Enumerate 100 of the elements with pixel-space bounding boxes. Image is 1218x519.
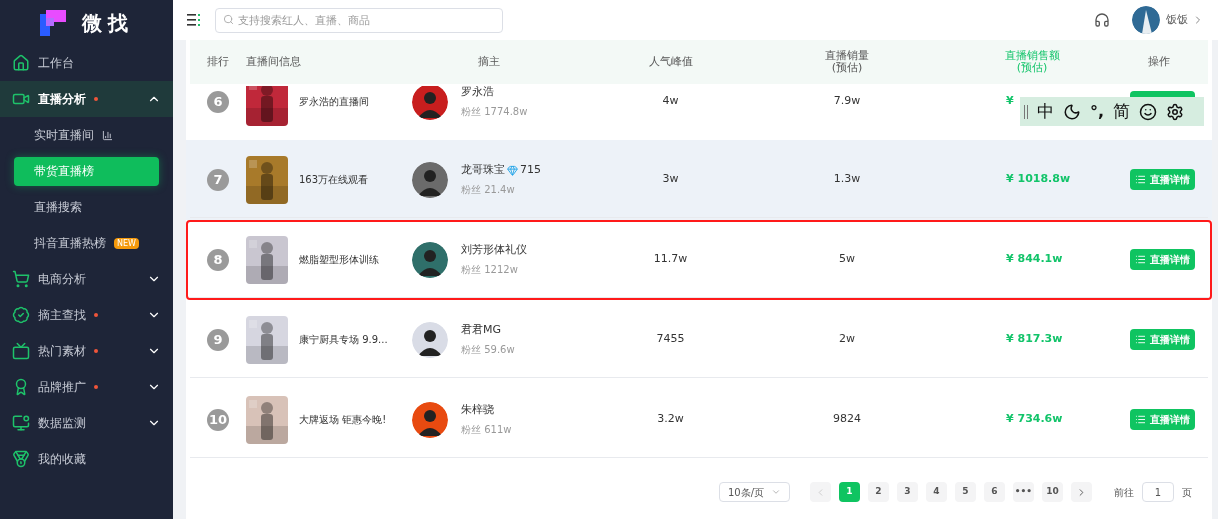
sales-volume: 7.9w [833,93,861,110]
nav-icon [12,342,30,360]
rank-badge: 9 [207,328,229,351]
live-room-title: 罗永浩的直播间 [299,95,369,109]
host-name: 龙哥珠宝 [461,162,505,179]
headset-icon[interactable] [1094,12,1110,28]
menu-icon[interactable] [187,14,201,26]
peak-popularity: 3w [662,171,679,188]
sales-amount: ¥ 1018.8w [1006,171,1071,188]
sales-amount: ¥ 734.6w [1006,411,1063,428]
avatar [412,86,448,120]
nav-item[interactable]: 我的收藏 [0,441,173,477]
user-avatar[interactable] [1132,6,1160,34]
nav-label: 数据监测 [38,415,86,432]
fans-count: 粉丝 21.4w [461,182,516,197]
nav-label: 电商分析 [38,271,86,288]
page-button[interactable]: 10 [1042,482,1063,502]
page-button[interactable]: 3 [897,482,918,502]
page-input[interactable]: 1 [1142,482,1174,502]
nav-item[interactable]: 品牌推广 [0,369,173,405]
avatar [412,161,448,198]
live-room-title: 163万在线观看 [299,173,369,187]
page-button[interactable]: 6 [984,482,1005,502]
column-header: 摘主 [476,56,501,68]
search-field[interactable]: 支持搜索红人、直播、商品 [215,8,503,33]
column-header: 操作 [1147,56,1171,68]
column-header: 直播间信息 [246,56,302,68]
sales-volume: 2w [839,331,855,348]
diamond-icon [507,165,518,176]
nav-item[interactable]: 摘主查找 [0,297,173,333]
nav-label: 品牌推广 [38,379,86,396]
list-icon [1135,334,1146,345]
nav-item[interactable]: 热门素材 [0,333,173,369]
fans-count: 粉丝 59.6w [461,342,515,357]
nav-icon [12,270,30,288]
list-icon [1135,174,1146,185]
avatar [412,241,448,278]
nav-label: 我的收藏 [38,451,86,468]
fans-count: 粉丝 1774.8w [461,104,528,119]
peak-popularity: 11.7w [653,251,688,268]
sales-amount: ¥ [1006,93,1014,110]
rank-badge: 10 [207,408,229,431]
nav-label: 直播分析 [38,91,86,108]
avatar [412,321,448,358]
moon-icon[interactable] [1063,102,1081,121]
rank-badge: 6 [207,90,229,113]
host-name: 罗永浩 [461,86,494,101]
logo-icon [40,9,66,36]
page-button[interactable]: ••• [1013,482,1034,502]
column-header: 直播销售额 (预估) [1003,50,1061,74]
sales-volume: 1.3w [833,171,861,188]
nav-item[interactable]: 电商分析 [0,261,173,297]
sales-volume: 5w [839,251,855,268]
peak-popularity: 7455 [656,331,685,348]
rank-badge: 8 [207,248,229,271]
emoji-icon[interactable] [1139,102,1158,121]
search-icon [223,14,234,25]
host-name: 君君MG [461,322,501,339]
fans-count: 粉丝 1212w [461,262,519,277]
new-badge: NEW [114,237,139,249]
avatar [412,401,448,438]
nav-subitem[interactable]: 实时直播间 [14,120,159,150]
settings-icon[interactable] [1166,102,1185,121]
chevron-down-icon [771,487,781,497]
nav-label: 摘主查找 [38,307,86,324]
list-icon [1135,254,1146,265]
drag-handle-icon[interactable] [1024,104,1028,119]
script-toggle[interactable]: 简 [1113,98,1131,125]
fans-count: 粉丝 611w [461,422,512,437]
page-button[interactable]: 4 [926,482,947,502]
nav-label: 热门素材 [38,343,86,360]
sales-amount: ¥ 817.3w [1006,331,1063,348]
live-room-title: 燃脂塑型形体训练 [299,253,379,267]
peak-popularity: 4w [662,93,679,110]
input-mode-toggle[interactable]: 中 [1037,98,1054,125]
host-name: 朱梓骁 [461,402,494,419]
page-button[interactable]: 2 [868,482,889,502]
sales-amount: ¥ 844.1w [1006,251,1063,268]
nav-item[interactable]: 工作台 [0,45,173,81]
user-name: 饭饭 [1166,11,1188,28]
nav-item[interactable]: 直播分析 [0,81,173,117]
goto-label: 前往 [1114,485,1134,500]
punctuation-toggle[interactable]: °, [1090,99,1105,124]
host-name: 刘芳形体礼仪 [461,242,527,259]
nav-item[interactable]: 数据监测 [0,405,173,441]
nav-icon [12,414,30,432]
live-room-title: 大牌返场 钜惠今晚! [299,413,387,427]
sales-volume: 9824 [833,411,861,428]
nav-subitem[interactable]: 直播搜索 [14,192,159,222]
column-header: 直播销量 (预估) [824,50,870,74]
rank-badge: 7 [207,168,229,191]
host-level: 715 [520,162,541,179]
nav-subitem[interactable]: 抖音直播热榜 NEW [14,228,159,258]
page-size-select[interactable]: 10条/页 [719,482,790,502]
nav-icon [12,450,30,468]
nav-icon [12,54,30,72]
page-button[interactable]: 5 [955,482,976,502]
peak-popularity: 3.2w [657,411,684,428]
nav-label: 工作台 [38,55,74,72]
list-icon [1135,414,1146,425]
